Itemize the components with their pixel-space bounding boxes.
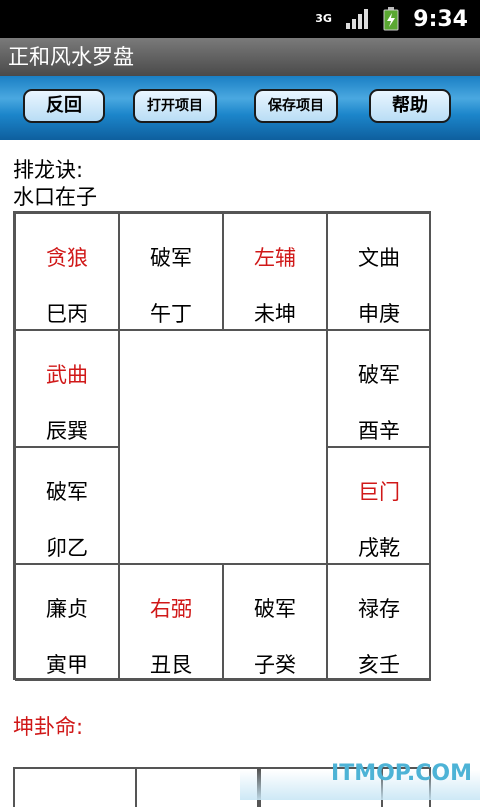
- network-type-label: 3G: [315, 12, 332, 25]
- grid-cell: 右弼 丑艮: [119, 564, 223, 681]
- signal-icon: [345, 8, 369, 30]
- grid-cell: 文曲 申庚: [327, 213, 431, 330]
- direction-grid: 贪狼 巳丙 破军 午丁 左辅 未坤 文曲 申庚 武曲 辰巽 破军 酉辛 破军 卯…: [13, 211, 431, 681]
- star-name: 破军: [254, 597, 296, 621]
- star-name: 巨门: [358, 480, 400, 504]
- grid-cell: 巨门 戌乾: [327, 447, 431, 564]
- star-name: 破军: [46, 480, 88, 504]
- direction-label: 辰巽: [46, 419, 88, 443]
- direction-label: 酉辛: [358, 419, 400, 443]
- battery-icon: [383, 7, 399, 31]
- direction-label: 戌乾: [358, 536, 400, 560]
- grid-cell: 武曲 辰巽: [15, 330, 119, 447]
- status-bar: 3G 9:34: [0, 0, 480, 38]
- direction-label: 丑艮: [150, 653, 192, 677]
- kun-gua-label: 坤卦命:: [13, 715, 84, 739]
- star-name: 贪狼: [46, 246, 88, 270]
- grid-cell: 破军 午丁: [119, 213, 223, 330]
- app-title: 正和风水罗盘: [0, 38, 480, 76]
- save-project-button[interactable]: 保存项目: [254, 89, 338, 123]
- direction-label: 卯乙: [46, 536, 88, 560]
- grid-cell: 破军 子癸: [223, 564, 327, 681]
- star-name: 文曲: [358, 246, 400, 270]
- grid-cell: 禄存 亥壬: [327, 564, 431, 681]
- watermark-logo: ITMOP.COM: [331, 761, 472, 786]
- water-outlet-label: 水口在子: [13, 185, 97, 209]
- direction-label: 申庚: [358, 302, 400, 326]
- toolbar: 反回 打开项目 保存项目 帮助: [0, 76, 480, 140]
- star-name: 左辅: [254, 246, 296, 270]
- star-name: 廉贞: [46, 597, 88, 621]
- clock: 9:34: [413, 6, 468, 32]
- main-content: 排龙诀: 水口在子 贪狼 巳丙 破军 午丁 左辅 未坤 文曲 申庚 武曲 辰巽 …: [0, 140, 480, 807]
- direction-label: 亥壬: [358, 653, 400, 677]
- center-area: [119, 330, 327, 564]
- star-name: 右弼: [150, 597, 192, 621]
- open-project-button[interactable]: 打开项目: [133, 89, 217, 123]
- grid-cell: [13, 767, 137, 807]
- grid-cell: 破军 酉辛: [327, 330, 431, 447]
- star-name: 禄存: [358, 597, 400, 621]
- help-button[interactable]: 帮助: [369, 89, 451, 123]
- grid-cell: 左辅 未坤: [223, 213, 327, 330]
- dragon-formula-label: 排龙诀:: [13, 158, 84, 182]
- star-name: 破军: [150, 246, 192, 270]
- direction-label: 巳丙: [46, 302, 88, 326]
- network-indicator: 3G: [315, 12, 332, 25]
- direction-label: 子癸: [254, 653, 296, 677]
- direction-label: 寅甲: [46, 653, 88, 677]
- star-name: 武曲: [46, 363, 88, 387]
- direction-label: 午丁: [150, 302, 192, 326]
- grid-cell: 破军 卯乙: [15, 447, 119, 564]
- back-button[interactable]: 反回: [23, 89, 105, 123]
- direction-label: 未坤: [254, 302, 296, 326]
- star-name: 破军: [358, 363, 400, 387]
- grid-cell: 贪狼 巳丙: [15, 213, 119, 330]
- grid-cell: 廉贞 寅甲: [15, 564, 119, 681]
